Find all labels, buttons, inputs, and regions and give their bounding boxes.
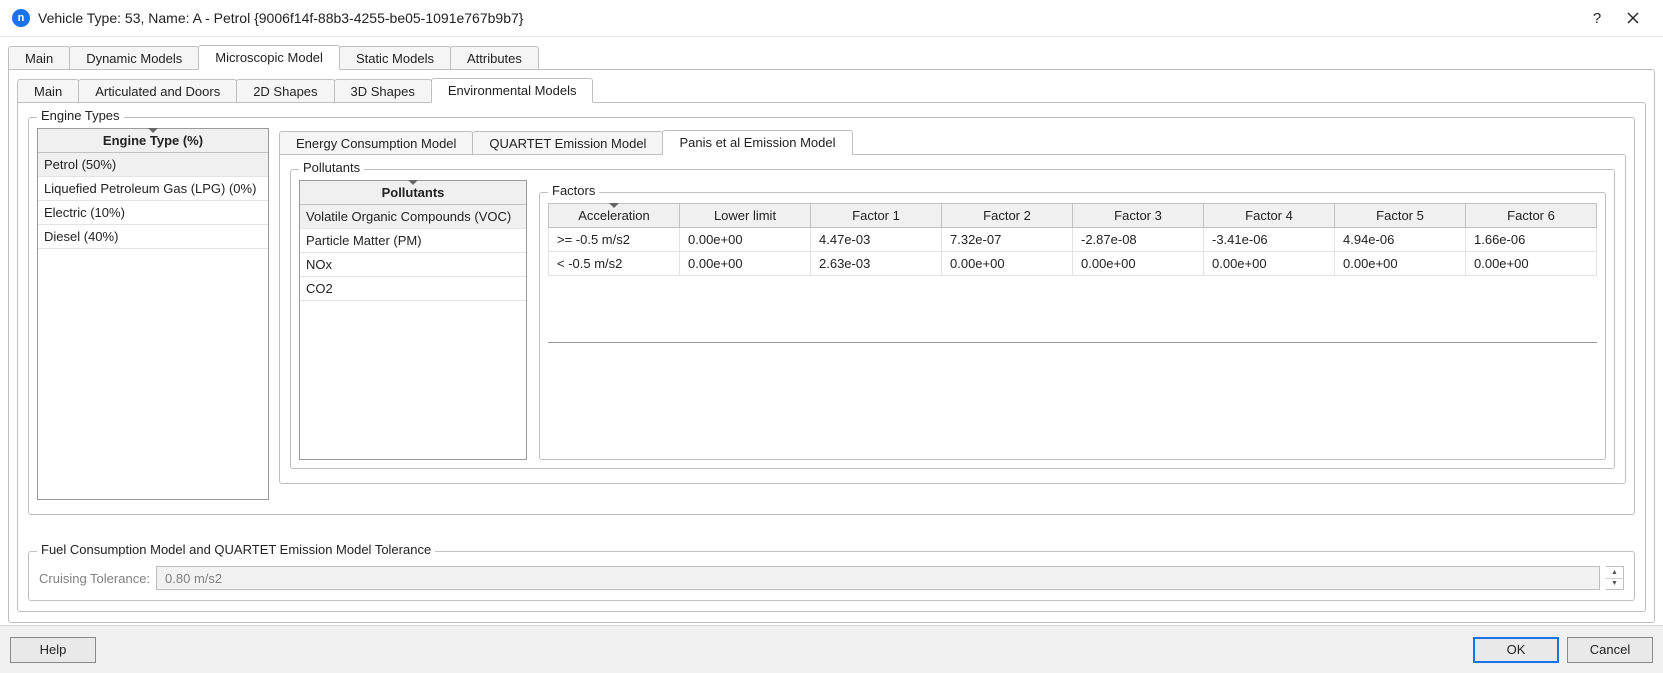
emission-tabs-content: Pollutants Pollutants Volatile Organic C… (279, 154, 1626, 484)
tab-3d-shapes[interactable]: 3D Shapes (334, 79, 432, 103)
tab-quartet-emission[interactable]: QUARTET Emission Model (472, 131, 663, 155)
tab-main[interactable]: Main (8, 46, 70, 70)
cell[interactable]: 0.00e+00 (680, 228, 811, 252)
tolerance-group: Fuel Consumption Model and QUARTET Emiss… (28, 551, 1635, 601)
tab-sub-main[interactable]: Main (17, 79, 79, 103)
close-icon[interactable] (1615, 4, 1651, 32)
factors-col-f1[interactable]: Factor 1 (811, 204, 942, 228)
tab-environmental-models[interactable]: Environmental Models (431, 78, 594, 103)
top-tabs: Main Dynamic Models Microscopic Model St… (8, 43, 1655, 69)
cell[interactable]: 0.00e+00 (1073, 252, 1204, 276)
factors-col-f3[interactable]: Factor 3 (1073, 204, 1204, 228)
help-button[interactable]: Help (10, 637, 96, 663)
pollutant-row-pm[interactable]: Particle Matter (PM) (300, 229, 526, 253)
engine-row-diesel[interactable]: Diesel (40%) (38, 225, 268, 249)
tab-2d-shapes[interactable]: 2D Shapes (236, 79, 334, 103)
cruising-tolerance-spinner[interactable]: ▲ ▼ (1606, 566, 1624, 590)
tab-energy-consumption[interactable]: Energy Consumption Model (279, 131, 473, 155)
pollutants-group: Pollutants Pollutants Volatile Organic C… (290, 169, 1615, 469)
spinner-up-icon[interactable]: ▲ (1606, 567, 1623, 579)
cell[interactable]: -3.41e-06 (1204, 228, 1335, 252)
help-icon[interactable]: ? (1579, 4, 1615, 32)
factors-group: Factors Acceleration (539, 192, 1606, 460)
engine-row-lpg[interactable]: Liquefied Petroleum Gas (LPG) (0%) (38, 177, 268, 201)
cell[interactable]: 4.47e-03 (811, 228, 942, 252)
tab-articulated-doors[interactable]: Articulated and Doors (78, 79, 237, 103)
cell[interactable]: 0.00e+00 (1335, 252, 1466, 276)
factors-row[interactable]: >= -0.5 m/s2 0.00e+00 4.47e-03 7.32e-07 … (549, 228, 1597, 252)
tab-dynamic-models[interactable]: Dynamic Models (69, 46, 199, 70)
cell[interactable]: 0.00e+00 (1466, 252, 1597, 276)
cell[interactable]: 0.00e+00 (680, 252, 811, 276)
engine-row-petrol[interactable]: Petrol (50%) (38, 153, 268, 177)
factors-col-f2[interactable]: Factor 2 (942, 204, 1073, 228)
factors-legend: Factors (548, 183, 599, 198)
engine-type-header[interactable]: Engine Type (%) (38, 129, 268, 153)
top-tabs-content: Main Articulated and Doors 2D Shapes 3D … (8, 69, 1655, 623)
button-bar: Help OK Cancel (0, 625, 1663, 673)
pollutants-legend: Pollutants (299, 160, 364, 175)
cruising-tolerance-input[interactable] (156, 566, 1600, 590)
cell[interactable]: -2.87e-08 (1073, 228, 1204, 252)
cell[interactable]: 1.66e-06 (1466, 228, 1597, 252)
cell[interactable]: 0.00e+00 (942, 252, 1073, 276)
pollutant-row-voc[interactable]: Volatile Organic Compounds (VOC) (300, 205, 526, 229)
cell[interactable]: 0.00e+00 (1204, 252, 1335, 276)
pollutants-header[interactable]: Pollutants (300, 181, 526, 205)
cancel-button[interactable]: Cancel (1567, 637, 1653, 663)
engine-types-group: Engine Types Engine Type (%) Petrol (50%… (28, 117, 1635, 515)
tab-microscopic-model[interactable]: Microscopic Model (198, 45, 340, 70)
factors-col-f4[interactable]: Factor 4 (1204, 204, 1335, 228)
factors-table[interactable]: Acceleration Lower limit Factor 1 Factor… (548, 203, 1597, 276)
factors-row[interactable]: < -0.5 m/s2 0.00e+00 2.63e-03 0.00e+00 0… (549, 252, 1597, 276)
factors-col-f5[interactable]: Factor 5 (1335, 204, 1466, 228)
pollutants-table[interactable]: Pollutants Volatile Organic Compounds (V… (299, 180, 527, 460)
cruising-tolerance-label: Cruising Tolerance: (39, 571, 150, 586)
cell[interactable]: 2.63e-03 (811, 252, 942, 276)
factors-col-accel[interactable]: Acceleration (549, 204, 680, 228)
tab-attributes[interactable]: Attributes (450, 46, 539, 70)
cell[interactable]: 4.94e-06 (1335, 228, 1466, 252)
sub-tabs: Main Articulated and Doors 2D Shapes 3D … (17, 76, 1646, 102)
emission-panel: Energy Consumption Model QUARTET Emissio… (279, 128, 1626, 500)
emission-tabs: Energy Consumption Model QUARTET Emissio… (279, 128, 1626, 154)
cell[interactable]: < -0.5 m/s2 (549, 252, 680, 276)
tab-static-models[interactable]: Static Models (339, 46, 451, 70)
engine-types-legend: Engine Types (37, 108, 124, 123)
sub-tabs-content: Engine Types Engine Type (%) Petrol (50%… (17, 102, 1646, 612)
engine-type-table[interactable]: Engine Type (%) Petrol (50%) Liquefied P… (37, 128, 269, 500)
factors-col-lower[interactable]: Lower limit (680, 204, 811, 228)
spinner-down-icon[interactable]: ▼ (1606, 579, 1623, 590)
dialog-body: Main Dynamic Models Microscopic Model St… (0, 36, 1663, 625)
engine-row-electric[interactable]: Electric (10%) (38, 201, 268, 225)
pollutant-row-co2[interactable]: CO2 (300, 277, 526, 301)
tolerance-legend: Fuel Consumption Model and QUARTET Emiss… (37, 542, 435, 557)
ok-button[interactable]: OK (1473, 637, 1559, 663)
titlebar: n Vehicle Type: 53, Name: A - Petrol {90… (0, 0, 1663, 36)
window-title: Vehicle Type: 53, Name: A - Petrol {9006… (38, 10, 1579, 26)
pollutant-row-nox[interactable]: NOx (300, 253, 526, 277)
factors-col-f6[interactable]: Factor 6 (1466, 204, 1597, 228)
cell[interactable]: >= -0.5 m/s2 (549, 228, 680, 252)
cell[interactable]: 7.32e-07 (942, 228, 1073, 252)
app-icon: n (12, 9, 30, 27)
tab-panis-emission[interactable]: Panis et al Emission Model (662, 130, 852, 155)
